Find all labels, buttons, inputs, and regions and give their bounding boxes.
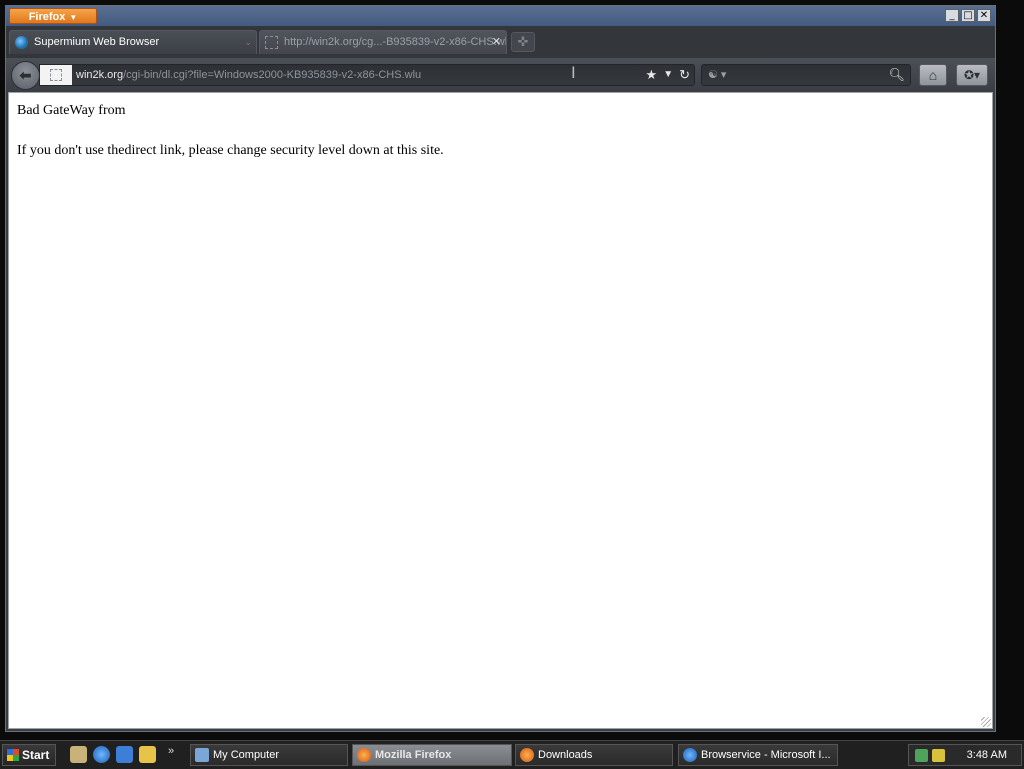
start-button[interactable]: Start [2,744,56,766]
task-downloads[interactable]: Downloads [515,744,673,766]
search-input[interactable] [736,67,880,85]
task-label: My Computer [213,749,280,761]
url-bar-icons: ★ ▼ ↻ [646,65,690,85]
bookmarks-button[interactable]: ✪▾ [956,64,988,86]
task-browservice[interactable]: Browservice - Microsoft I... [678,744,838,766]
taskbar: Start » My Computer Mozilla Firefox Down… [0,740,1024,769]
blank-page-icon [265,36,278,49]
task-my-computer[interactable]: My Computer [190,744,348,766]
tab-supermium[interactable]: Supermium Web Browser ⌄ [9,30,257,54]
firefox-icon [357,748,371,762]
url-bar[interactable]: win2k.org/cgi-bin/dl.cgi?file=Windows200… [39,64,695,86]
system-tray: 3:48 AM [908,744,1022,766]
quick-launch-overflow[interactable]: » [168,745,174,757]
text-cursor-icon: I [571,63,576,82]
firefox-menu-button[interactable]: Firefox ▼ [9,8,97,24]
blank-page-icon [50,69,62,81]
bookmarks-icon: ✪▾ [963,68,981,82]
maximize-button[interactable]: □ [961,9,975,22]
show-desktop-icon[interactable] [70,746,87,763]
search-bar[interactable]: ☯ ▾ 🔍︎ [701,64,911,86]
error-heading-text: Bad GateWay from [17,103,126,118]
back-button[interactable]: ⬅ [11,61,40,90]
chevron-down-icon: ⌄ [244,37,252,47]
chevron-down-icon: ▼ [69,13,78,22]
windows-logo-icon [7,749,19,761]
url-path: /cgi-bin/dl.cgi?file=Windows2000-KB93583… [123,69,422,81]
task-label: Browservice - Microsoft I... [701,749,831,761]
firefox-icon [520,748,534,762]
close-button[interactable]: ✕ [977,9,991,22]
browser-window: Firefox ▼ _ □ ✕ Supermium Web Browser ⌄ h… [5,5,996,732]
network-icon[interactable] [915,749,928,762]
url-text[interactable]: win2k.org/cgi-bin/dl.cgi?file=Windows200… [76,65,421,85]
quick-launch [70,746,156,763]
search-icon[interactable]: 🔍︎ [888,65,905,85]
navigation-toolbar: win2k.org/cgi-bin/dl.cgi?file=Windows200… [6,58,995,92]
start-label: Start [22,748,50,762]
title-bar: Firefox ▼ _ □ ✕ [6,6,995,26]
clock[interactable]: 3:48 AM [967,745,1007,765]
page-content: Bad GateWay from If you don't use thedir… [8,92,993,729]
tab-title: Supermium Web Browser [34,36,160,48]
dropdown-arrow-icon[interactable]: ▼ [663,65,673,85]
back-arrow-icon: ⬅ [19,67,32,83]
resize-grip[interactable] [981,717,991,727]
home-button[interactable]: ⌂ [919,64,947,86]
tab-strip: Supermium Web Browser ⌄ http://win2k.org… [6,26,995,58]
error-message-text: If you don't use thedirect link, please … [17,143,444,158]
new-tab-button[interactable]: ✜ [511,32,535,52]
computer-icon [195,748,209,762]
minimize-button[interactable]: _ [945,9,959,22]
reload-icon[interactable]: ↻ [679,65,690,85]
window-controls: _ □ ✕ [945,9,991,22]
search-engine-icon[interactable]: ☯ ▾ [708,65,726,85]
outlook-express-icon[interactable] [116,746,133,763]
task-label: Downloads [538,749,593,761]
close-tab-icon[interactable]: ✕ [492,31,501,53]
ie-icon[interactable] [93,746,110,763]
star-icon[interactable]: ★ [646,65,658,85]
windows-explorer-icon[interactable] [139,746,156,763]
tab-title: http://win2k.org/cg...-B935839-v2-x86-CH… [284,36,507,48]
home-icon: ⌂ [928,67,938,83]
task-mozilla-firefox[interactable]: Mozilla Firefox [352,744,512,766]
ie-icon [683,748,697,762]
task-label: Mozilla Firefox [375,749,452,761]
url-domain: win2k.org [76,69,124,81]
plus-icon: ✜ [517,34,529,49]
firefox-menu-label: Firefox [28,11,66,23]
security-icon[interactable] [932,749,945,762]
tab-active-download[interactable]: http://win2k.org/cg...-B935839-v2-x86-CH… [259,30,507,54]
supermium-icon [15,36,28,49]
site-identity-button[interactable] [40,65,72,85]
